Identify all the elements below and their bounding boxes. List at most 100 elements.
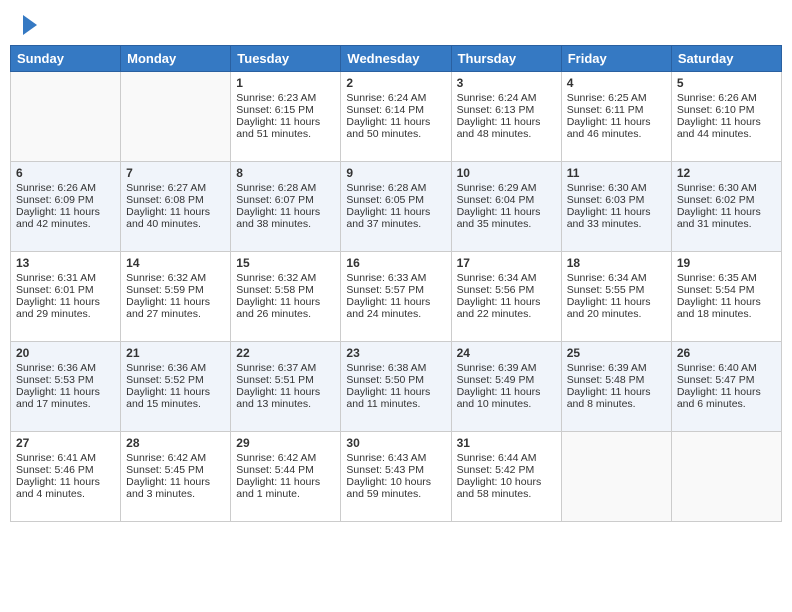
calendar-day-3: 3Sunrise: 6:24 AMSunset: 6:13 PMDaylight… (451, 72, 561, 162)
day-info-line: Daylight: 11 hours and 31 minutes. (677, 206, 776, 230)
day-info-line: Sunrise: 6:44 AM (457, 452, 556, 464)
day-info-line: Daylight: 11 hours and 35 minutes. (457, 206, 556, 230)
calendar-day-empty (561, 432, 671, 522)
day-info-line: Sunrise: 6:37 AM (236, 362, 335, 374)
day-info-line: Sunrise: 6:29 AM (457, 182, 556, 194)
day-info-line: Daylight: 11 hours and 46 minutes. (567, 116, 666, 140)
day-info-line: Sunset: 5:43 PM (346, 464, 445, 476)
day-number: 27 (16, 436, 115, 450)
calendar-week-row: 27Sunrise: 6:41 AMSunset: 5:46 PMDayligh… (11, 432, 782, 522)
day-number: 19 (677, 256, 776, 270)
calendar-day-1: 1Sunrise: 6:23 AMSunset: 6:15 PMDaylight… (231, 72, 341, 162)
day-info-line: Sunset: 6:04 PM (457, 194, 556, 206)
day-number: 11 (567, 166, 666, 180)
day-number: 4 (567, 76, 666, 90)
day-info-line: Daylight: 11 hours and 17 minutes. (16, 386, 115, 410)
page-header (10, 10, 782, 40)
day-info-line: Daylight: 11 hours and 42 minutes. (16, 206, 115, 230)
day-info-line: Sunrise: 6:27 AM (126, 182, 225, 194)
day-info-line: Sunset: 5:52 PM (126, 374, 225, 386)
day-number: 2 (346, 76, 445, 90)
day-info-line: Daylight: 11 hours and 48 minutes. (457, 116, 556, 140)
day-number: 6 (16, 166, 115, 180)
day-info-line: Daylight: 11 hours and 37 minutes. (346, 206, 445, 230)
day-info-line: Sunset: 6:15 PM (236, 104, 335, 116)
calendar-day-7: 7Sunrise: 6:27 AMSunset: 6:08 PMDaylight… (121, 162, 231, 252)
day-info-line: Sunrise: 6:32 AM (126, 272, 225, 284)
calendar-day-12: 12Sunrise: 6:30 AMSunset: 6:02 PMDayligh… (671, 162, 781, 252)
day-number: 9 (346, 166, 445, 180)
day-info-line: Sunrise: 6:36 AM (126, 362, 225, 374)
day-info-line: Sunrise: 6:39 AM (457, 362, 556, 374)
day-number: 30 (346, 436, 445, 450)
day-info-line: Sunset: 6:14 PM (346, 104, 445, 116)
calendar-day-19: 19Sunrise: 6:35 AMSunset: 5:54 PMDayligh… (671, 252, 781, 342)
day-number: 21 (126, 346, 225, 360)
calendar-day-31: 31Sunrise: 6:44 AMSunset: 5:42 PMDayligh… (451, 432, 561, 522)
day-info-line: Daylight: 11 hours and 26 minutes. (236, 296, 335, 320)
calendar-day-24: 24Sunrise: 6:39 AMSunset: 5:49 PMDayligh… (451, 342, 561, 432)
day-info-line: Daylight: 11 hours and 20 minutes. (567, 296, 666, 320)
day-info-line: Sunrise: 6:26 AM (677, 92, 776, 104)
day-info-line: Sunset: 5:57 PM (346, 284, 445, 296)
day-number: 29 (236, 436, 335, 450)
calendar-day-29: 29Sunrise: 6:42 AMSunset: 5:44 PMDayligh… (231, 432, 341, 522)
calendar-day-5: 5Sunrise: 6:26 AMSunset: 6:10 PMDaylight… (671, 72, 781, 162)
day-info-line: Sunrise: 6:33 AM (346, 272, 445, 284)
day-number: 12 (677, 166, 776, 180)
day-info-line: Sunrise: 6:28 AM (236, 182, 335, 194)
calendar-day-16: 16Sunrise: 6:33 AMSunset: 5:57 PMDayligh… (341, 252, 451, 342)
day-info-line: Sunrise: 6:24 AM (346, 92, 445, 104)
calendar-day-17: 17Sunrise: 6:34 AMSunset: 5:56 PMDayligh… (451, 252, 561, 342)
calendar-table: SundayMondayTuesdayWednesdayThursdayFrid… (10, 45, 782, 522)
logo-arrow-icon (23, 15, 37, 35)
day-info-line: Sunrise: 6:40 AM (677, 362, 776, 374)
day-number: 25 (567, 346, 666, 360)
day-info-line: Sunset: 6:10 PM (677, 104, 776, 116)
day-info-line: Daylight: 11 hours and 3 minutes. (126, 476, 225, 500)
day-number: 24 (457, 346, 556, 360)
calendar-day-empty (11, 72, 121, 162)
day-info-line: Sunset: 6:13 PM (457, 104, 556, 116)
day-info-line: Daylight: 11 hours and 50 minutes. (346, 116, 445, 140)
day-info-line: Sunrise: 6:38 AM (346, 362, 445, 374)
day-info-line: Daylight: 11 hours and 44 minutes. (677, 116, 776, 140)
day-info-line: Sunset: 6:01 PM (16, 284, 115, 296)
day-info-line: Sunrise: 6:36 AM (16, 362, 115, 374)
day-info-line: Sunrise: 6:43 AM (346, 452, 445, 464)
day-number: 22 (236, 346, 335, 360)
col-header-friday: Friday (561, 46, 671, 72)
day-info-line: Daylight: 11 hours and 38 minutes. (236, 206, 335, 230)
calendar-day-4: 4Sunrise: 6:25 AMSunset: 6:11 PMDaylight… (561, 72, 671, 162)
day-info-line: Sunset: 6:02 PM (677, 194, 776, 206)
calendar-day-14: 14Sunrise: 6:32 AMSunset: 5:59 PMDayligh… (121, 252, 231, 342)
day-info-line: Daylight: 11 hours and 27 minutes. (126, 296, 225, 320)
day-info-line: Sunset: 6:03 PM (567, 194, 666, 206)
calendar-day-20: 20Sunrise: 6:36 AMSunset: 5:53 PMDayligh… (11, 342, 121, 432)
day-info-line: Sunset: 5:58 PM (236, 284, 335, 296)
day-number: 8 (236, 166, 335, 180)
day-number: 15 (236, 256, 335, 270)
day-info-line: Sunrise: 6:24 AM (457, 92, 556, 104)
calendar-day-6: 6Sunrise: 6:26 AMSunset: 6:09 PMDaylight… (11, 162, 121, 252)
day-number: 16 (346, 256, 445, 270)
day-info-line: Sunset: 5:45 PM (126, 464, 225, 476)
calendar-body: 1Sunrise: 6:23 AMSunset: 6:15 PMDaylight… (11, 72, 782, 522)
col-header-monday: Monday (121, 46, 231, 72)
day-info-line: Sunset: 6:07 PM (236, 194, 335, 206)
day-number: 20 (16, 346, 115, 360)
day-info-line: Daylight: 10 hours and 59 minutes. (346, 476, 445, 500)
day-info-line: Daylight: 11 hours and 11 minutes. (346, 386, 445, 410)
day-info-line: Daylight: 11 hours and 51 minutes. (236, 116, 335, 140)
calendar-day-25: 25Sunrise: 6:39 AMSunset: 5:48 PMDayligh… (561, 342, 671, 432)
logo (20, 20, 37, 35)
day-number: 28 (126, 436, 225, 450)
day-info-line: Sunset: 6:11 PM (567, 104, 666, 116)
day-info-line: Sunrise: 6:41 AM (16, 452, 115, 464)
day-info-line: Sunrise: 6:26 AM (16, 182, 115, 194)
day-info-line: Sunset: 5:47 PM (677, 374, 776, 386)
calendar-day-18: 18Sunrise: 6:34 AMSunset: 5:55 PMDayligh… (561, 252, 671, 342)
calendar-day-21: 21Sunrise: 6:36 AMSunset: 5:52 PMDayligh… (121, 342, 231, 432)
calendar-week-row: 6Sunrise: 6:26 AMSunset: 6:09 PMDaylight… (11, 162, 782, 252)
day-info-line: Sunrise: 6:34 AM (457, 272, 556, 284)
